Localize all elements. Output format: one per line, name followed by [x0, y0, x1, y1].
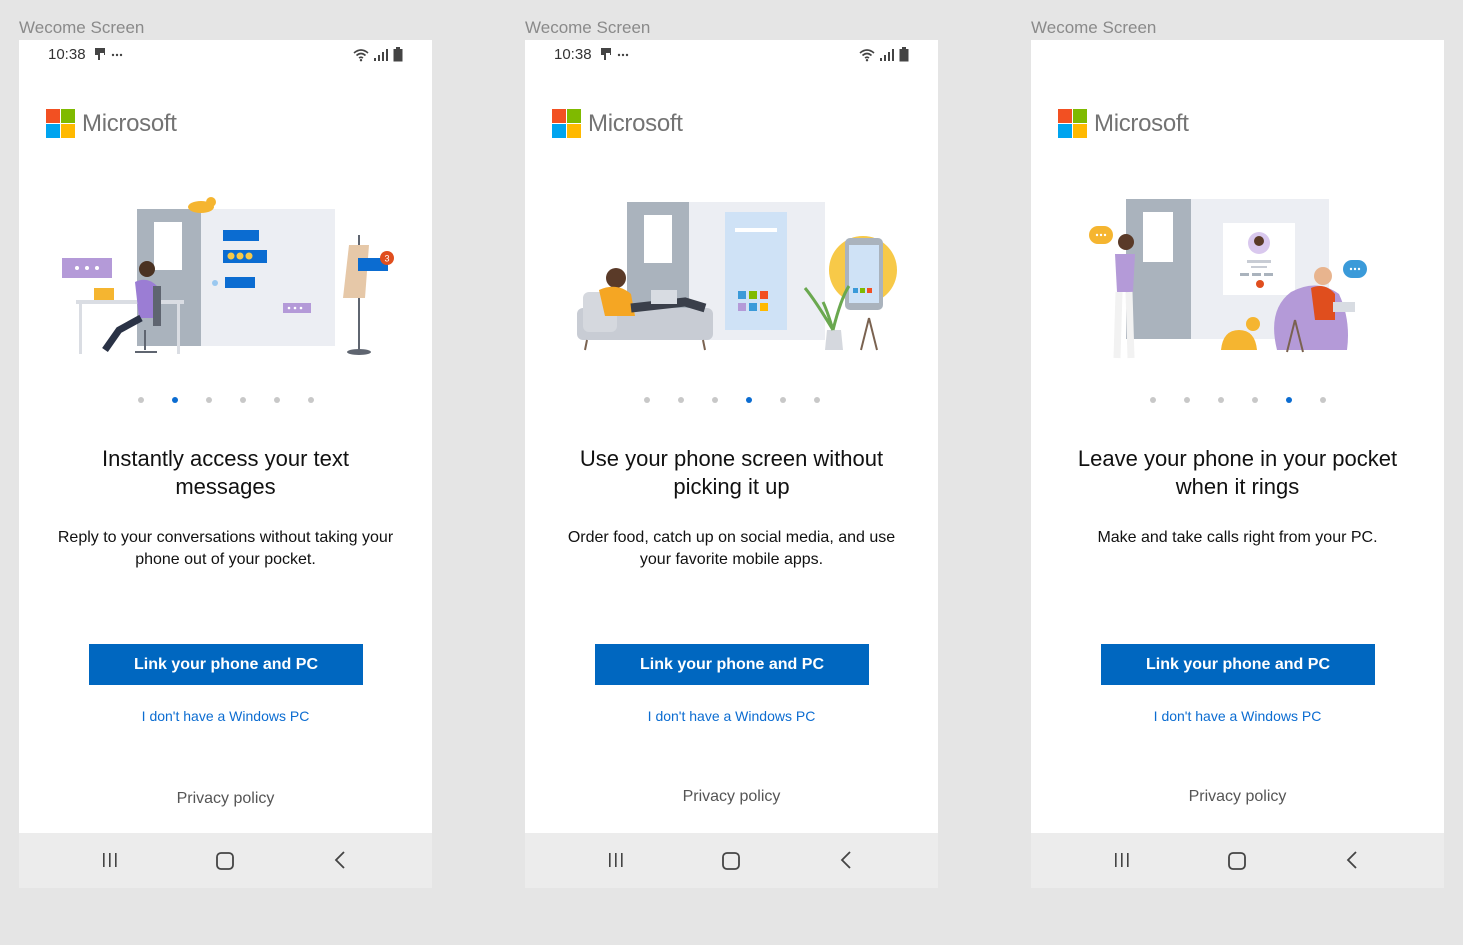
brand-name: Microsoft [588, 109, 683, 137]
no-windows-pc-link[interactable]: I don't have a Windows PC [1031, 708, 1444, 724]
link-phone-button[interactable]: Link your phone and PC [595, 644, 869, 685]
signal-icon [374, 49, 388, 61]
home-icon[interactable] [721, 851, 741, 871]
signal-icon [880, 49, 894, 61]
screen-description: Order food, catch up on social media, an… [567, 529, 896, 568]
status-right [859, 47, 909, 62]
page-dot[interactable] [137, 397, 144, 403]
page-dot-active[interactable] [171, 397, 178, 403]
privacy-policy-link[interactable]: Privacy policy [1031, 788, 1444, 806]
page-indicator [19, 397, 432, 403]
no-windows-pc-link[interactable]: I don't have a Windows PC [19, 708, 432, 724]
page-dot[interactable] [711, 397, 718, 403]
status-right [353, 47, 403, 62]
welcome-screen-messages: 10:38 Microsoft 3 Instantly access your … [19, 40, 432, 888]
home-icon[interactable] [1227, 851, 1247, 871]
screen-description: Reply to your conversations without taki… [57, 529, 394, 568]
screen-title: Instantly access your text messages [102, 446, 349, 499]
page-dot[interactable] [1183, 397, 1190, 403]
battery-icon [899, 47, 909, 62]
status-bar: 10:38 [525, 44, 938, 66]
privacy-policy-link[interactable]: Privacy policy [525, 788, 938, 806]
link-phone-button[interactable]: Link your phone and PC [1101, 644, 1375, 685]
brand-name: Microsoft [82, 109, 177, 137]
microsoft-logo-icon [46, 109, 75, 138]
back-icon[interactable] [839, 851, 853, 869]
welcome-screen-calls: Microsoft Leave your phone in your pocke… [1031, 40, 1444, 888]
recents-icon[interactable] [1113, 851, 1131, 869]
page-dot[interactable] [239, 397, 246, 403]
screen-description: Make and take calls right from your PC. [1097, 529, 1378, 546]
wifi-icon [859, 49, 875, 62]
page-dot[interactable] [273, 397, 280, 403]
no-windows-pc-link[interactable]: I don't have a Windows PC [525, 708, 938, 724]
status-bar: 10:38 [19, 44, 432, 66]
battery-icon [393, 47, 403, 62]
frame-label: Wecome Screen [1031, 18, 1157, 37]
microsoft-logo-icon [1058, 109, 1087, 138]
page-dot[interactable] [643, 397, 650, 403]
page-dot-active[interactable] [1285, 397, 1292, 403]
back-icon[interactable] [333, 851, 347, 869]
home-icon[interactable] [215, 851, 235, 871]
frame-label: Wecome Screen [525, 18, 651, 37]
android-nav-bar [1031, 833, 1444, 888]
svg-text:3: 3 [385, 254, 390, 264]
page-dot-active[interactable] [745, 397, 752, 403]
frame-label: Wecome Screen [19, 18, 145, 37]
page-dot[interactable] [307, 397, 314, 403]
notification-icons [600, 47, 632, 64]
screen-title: Leave your phone in your pocket when it … [1077, 446, 1398, 499]
illustration-woman-laptop-messages: 3 [62, 197, 394, 355]
privacy-policy-link[interactable]: Privacy policy [19, 790, 432, 808]
status-time: 10:38 [554, 46, 592, 63]
page-dot[interactable] [1217, 397, 1224, 403]
page-dot[interactable] [1149, 397, 1156, 403]
illustration-man-couch-phone-apps [577, 202, 897, 351]
welcome-screen-apps: 10:38 Microsoft Use your phone screen wi… [525, 40, 938, 888]
page-dot[interactable] [813, 397, 820, 403]
screen-title: Use your phone screen without picking it… [579, 446, 884, 499]
link-phone-button[interactable]: Link your phone and PC [89, 644, 363, 685]
page-indicator [525, 397, 938, 403]
page-dot[interactable] [1319, 397, 1326, 403]
microsoft-logo: Microsoft [552, 109, 683, 138]
status-time: 10:38 [48, 46, 86, 63]
notification-icons [94, 47, 126, 64]
microsoft-logo: Microsoft [46, 109, 177, 138]
back-icon[interactable] [1345, 851, 1359, 869]
android-nav-bar [19, 833, 432, 888]
page-dot[interactable] [779, 397, 786, 403]
microsoft-logo-icon [552, 109, 581, 138]
page-dot[interactable] [1251, 397, 1258, 403]
recents-icon[interactable] [607, 851, 625, 869]
wifi-icon [353, 49, 369, 62]
page-dot[interactable] [205, 397, 212, 403]
page-indicator [1031, 397, 1444, 403]
microsoft-logo: Microsoft [1058, 109, 1189, 138]
recents-icon[interactable] [101, 851, 119, 869]
illustration-people-calls [1089, 199, 1367, 359]
android-nav-bar [525, 833, 938, 888]
brand-name: Microsoft [1094, 109, 1189, 137]
page-dot[interactable] [677, 397, 684, 403]
